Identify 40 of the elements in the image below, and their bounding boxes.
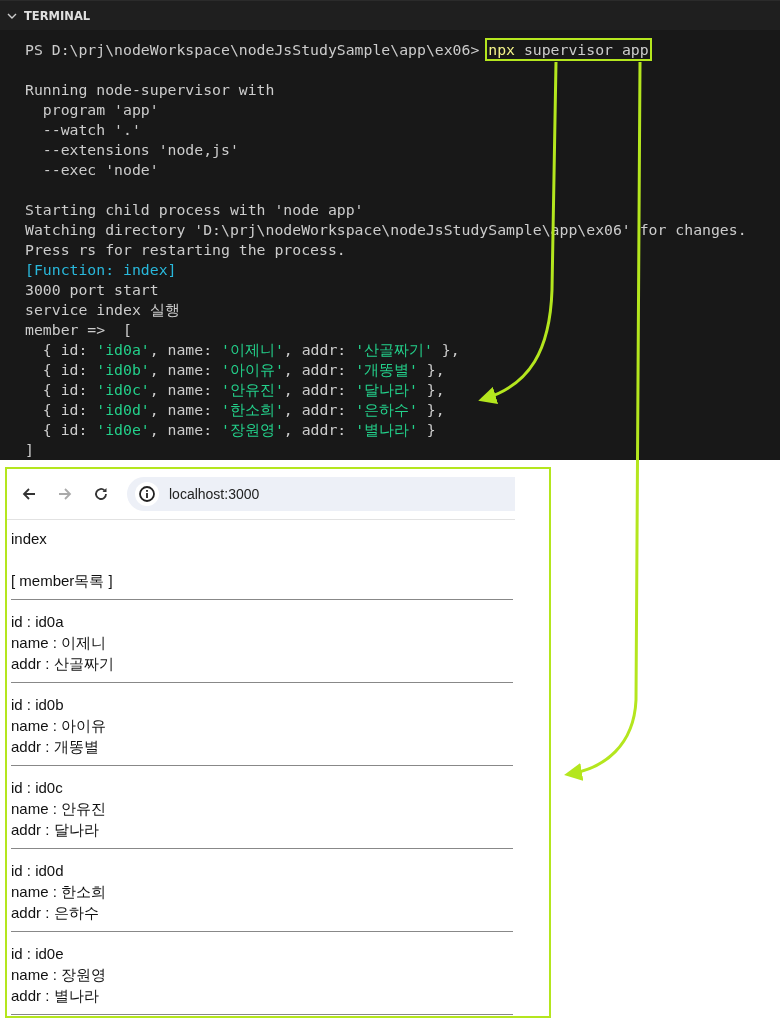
member-name: name : 아이유	[11, 716, 108, 736]
back-arrow-icon[interactable]	[21, 486, 37, 502]
terminal-line: --exec 'node'	[41, 160, 160, 180]
terminal-line: [Function: index]	[25, 260, 178, 280]
terminal-line: { id: 'id0b', name: '아이유', addr: '개똥별' },	[41, 360, 446, 380]
list-heading: [ member목록 ]	[11, 571, 114, 591]
terminal-line: { id: 'id0c', name: '안유진', addr: '달나라' },	[41, 380, 446, 400]
terminal-line: { id: 'id0a', name: '이제니', addr: '산골짜기' },	[41, 340, 461, 360]
panel-title: TERMINAL	[24, 8, 91, 23]
terminal-line: 3000 port start	[25, 280, 160, 300]
terminal-line: member => [	[25, 320, 133, 340]
member-name: name : 안유진	[11, 799, 108, 819]
member-addr: addr : 개똥별	[11, 737, 100, 757]
member-id: id : id0c	[11, 778, 64, 798]
member-name: name : 한소희	[11, 882, 108, 902]
terminal-line: Starting child process with 'node app'	[25, 200, 365, 220]
member-id: id : id0d	[11, 861, 65, 881]
terminal-line: Press rs for restarting the process.	[25, 240, 347, 260]
terminal-line: PS D:\prj\nodeWorkspace\nodeJsStudySample\app\ex06> npx supervisor app	[25, 40, 780, 60]
terminal-line: --extensions 'node,js'	[41, 140, 240, 160]
member-id: id : id0e	[11, 944, 65, 964]
terminal-line: service index 실행	[25, 300, 181, 320]
member-addr: addr : 달나라	[11, 820, 100, 840]
member-id: id : id0b	[11, 695, 65, 715]
terminal-line: program 'app'	[41, 100, 160, 120]
terminal-line: Running node-supervisor with	[25, 80, 276, 100]
page-heading: index	[11, 529, 48, 549]
reload-icon[interactable]	[93, 486, 109, 502]
terminal-line: ]	[25, 440, 35, 460]
terminal-line: { id: 'id0d', name: '한소희', addr: '은하수' },	[41, 400, 446, 420]
address-bar[interactable]: localhost:3000	[127, 477, 515, 511]
member-id: id : id0a	[11, 612, 65, 632]
info-icon[interactable]	[135, 482, 159, 506]
terminal-line: --watch '.'	[41, 120, 142, 140]
member-addr: addr : 별나라	[11, 986, 100, 1006]
member-addr: addr : 산골짜기	[11, 654, 115, 674]
member-name: name : 장원영	[11, 965, 108, 985]
member-addr: addr : 은하수	[11, 903, 100, 923]
terminal-line: { id: 'id0e', name: '장원영', addr: '별나라' }	[41, 420, 437, 440]
member-name: name : 이제니	[11, 633, 108, 653]
